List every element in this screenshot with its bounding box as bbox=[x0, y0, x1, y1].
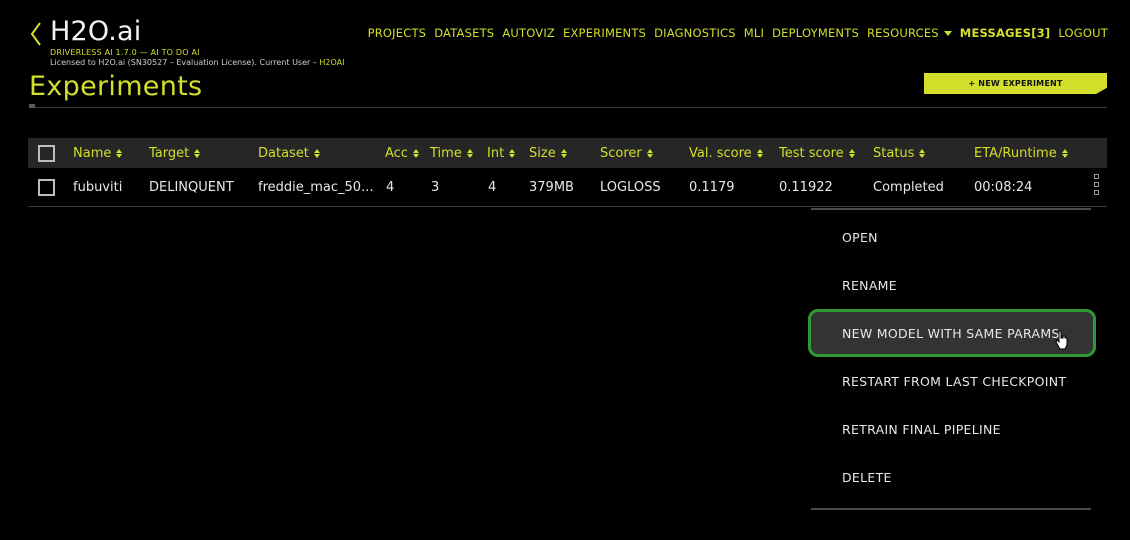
sort-icon bbox=[412, 148, 419, 158]
col-val-score-label: Val. score bbox=[689, 145, 752, 161]
top-nav: PROJECTS DATASETS AUTOVIZ EXPERIMENTS DI… bbox=[368, 26, 1108, 40]
nav-projects[interactable]: PROJECTS bbox=[368, 26, 427, 40]
col-int-label: Int bbox=[487, 145, 505, 161]
back-chevron-icon[interactable] bbox=[28, 21, 44, 47]
menu-item-open[interactable]: OPEN bbox=[811, 217, 1091, 257]
sort-icon bbox=[919, 148, 926, 158]
sort-icon bbox=[848, 148, 855, 158]
select-all-cell bbox=[38, 138, 55, 168]
sort-icon bbox=[313, 148, 320, 158]
cell-status: Completed bbox=[873, 179, 944, 195]
title-divider-tick bbox=[29, 104, 35, 108]
new-experiment-button[interactable]: + NEW EXPERIMENT bbox=[924, 73, 1107, 94]
brand-title[interactable]: H2O.ai bbox=[50, 16, 141, 48]
col-target[interactable]: Target bbox=[149, 138, 201, 168]
nav-resources[interactable]: RESOURCES bbox=[867, 26, 952, 40]
row-checkbox[interactable] bbox=[38, 178, 55, 196]
hand-pointer-icon bbox=[1055, 330, 1068, 350]
nav-messages[interactable]: MESSAGES[3] bbox=[960, 26, 1051, 40]
col-acc[interactable]: Acc bbox=[385, 138, 419, 168]
col-name[interactable]: Name bbox=[73, 138, 123, 168]
row-context-menu: OPEN RENAME NEW MODEL WITH SAME PARAMS R… bbox=[808, 208, 1096, 510]
cell-time: 3 bbox=[431, 179, 440, 195]
license-line: Licensed to H2O.ai (SN30527 – Evaluation… bbox=[50, 58, 345, 68]
sort-icon bbox=[560, 148, 567, 158]
nav-datasets[interactable]: DATASETS bbox=[434, 26, 494, 40]
col-dataset-label: Dataset bbox=[258, 145, 309, 161]
col-test-score[interactable]: Test score bbox=[779, 138, 855, 168]
col-val-score[interactable]: Val. score bbox=[689, 138, 763, 168]
sort-icon bbox=[756, 148, 763, 158]
col-dataset[interactable]: Dataset bbox=[258, 138, 320, 168]
menu-top-edge bbox=[811, 208, 1091, 210]
sort-icon bbox=[1061, 148, 1068, 158]
col-eta-label: ETA/Runtime bbox=[974, 145, 1057, 161]
row-menu-icon[interactable] bbox=[1094, 174, 1100, 198]
sort-icon bbox=[194, 148, 201, 158]
col-test-score-label: Test score bbox=[779, 145, 844, 161]
col-int[interactable]: Int bbox=[487, 138, 516, 168]
cell-name: fubuviti bbox=[73, 179, 123, 195]
col-size-label: Size bbox=[529, 145, 556, 161]
col-name-label: Name bbox=[73, 145, 112, 161]
cell-int: 4 bbox=[488, 179, 497, 195]
row-select-cell bbox=[38, 168, 55, 206]
cell-size: 379MB bbox=[529, 179, 574, 195]
cell-target: DELINQUENT bbox=[149, 179, 234, 195]
cell-test-score: 0.11922 bbox=[779, 179, 833, 195]
row-divider bbox=[28, 206, 1107, 207]
menu-bottom-edge bbox=[811, 508, 1091, 510]
chevron-down-icon bbox=[943, 31, 952, 36]
menu-item-new-model-same-params[interactable]: NEW MODEL WITH SAME PARAMS bbox=[808, 309, 1096, 357]
nav-resources-label: RESOURCES bbox=[866, 26, 939, 40]
col-size[interactable]: Size bbox=[529, 138, 567, 168]
title-divider bbox=[29, 107, 1107, 108]
sort-icon bbox=[509, 148, 516, 158]
nav-logout[interactable]: LOGOUT bbox=[1058, 26, 1108, 40]
table-row[interactable]: fubuviti DELINQUENT freddie_mac_50... 4 … bbox=[28, 168, 1107, 206]
col-scorer-label: Scorer bbox=[600, 145, 642, 161]
col-eta[interactable]: ETA/Runtime bbox=[974, 138, 1068, 168]
col-time[interactable]: Time bbox=[430, 138, 473, 168]
col-acc-label: Acc bbox=[385, 145, 408, 161]
page-title: Experiments bbox=[29, 71, 203, 102]
col-status[interactable]: Status bbox=[873, 138, 926, 168]
cell-acc: 4 bbox=[386, 179, 395, 195]
col-status-label: Status bbox=[873, 145, 915, 161]
license-text: Licensed to H2O.ai (SN30527 – Evaluation… bbox=[50, 58, 320, 67]
sort-icon bbox=[466, 148, 473, 158]
col-target-label: Target bbox=[149, 145, 190, 161]
nav-mli[interactable]: MLI bbox=[744, 26, 764, 40]
menu-item-retrain-pipeline[interactable]: RETRAIN FINAL PIPELINE bbox=[811, 409, 1091, 449]
nav-experiments[interactable]: EXPERIMENTS bbox=[563, 26, 646, 40]
menu-item-rename[interactable]: RENAME bbox=[811, 265, 1091, 305]
cell-eta: 00:08:24 bbox=[974, 179, 1033, 195]
nav-deployments[interactable]: DEPLOYMENTS bbox=[772, 26, 859, 40]
sort-icon bbox=[116, 148, 123, 158]
cell-scorer: LOGLOSS bbox=[600, 179, 661, 195]
col-time-label: Time bbox=[430, 145, 462, 161]
table-header: Name Target Dataset Acc Time Int Size Sc… bbox=[28, 138, 1107, 168]
select-all-checkbox[interactable] bbox=[38, 144, 55, 162]
sort-icon bbox=[646, 148, 653, 158]
cell-dataset: freddie_mac_50... bbox=[258, 179, 374, 195]
cell-val-score: 0.1179 bbox=[689, 179, 735, 195]
col-scorer[interactable]: Scorer bbox=[600, 138, 653, 168]
brand-subtitle: DRIVERLESS AI 1.7.0 — AI TO DO AI bbox=[50, 48, 200, 57]
nav-diagnostics[interactable]: DIAGNOSTICS bbox=[654, 26, 736, 40]
menu-item-delete[interactable]: DELETE bbox=[811, 457, 1091, 497]
nav-autoviz[interactable]: AUTOVIZ bbox=[502, 26, 555, 40]
menu-item-restart-checkpoint[interactable]: RESTART FROM LAST CHECKPOINT bbox=[811, 361, 1091, 401]
app-root: H2O.ai DRIVERLESS AI 1.7.0 — AI TO DO AI… bbox=[0, 0, 1130, 540]
current-user: H2OAI bbox=[319, 58, 345, 67]
